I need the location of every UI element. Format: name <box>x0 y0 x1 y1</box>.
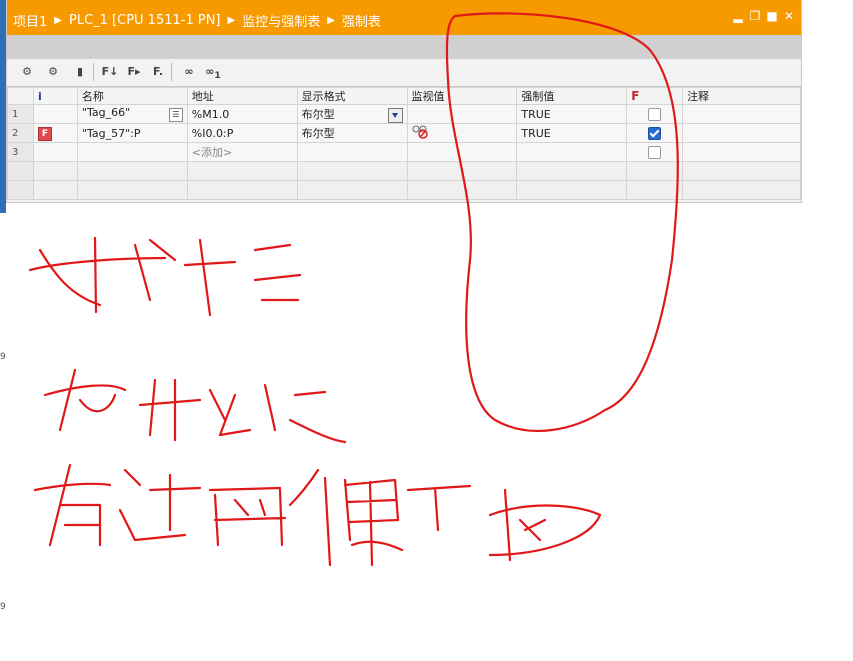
name-cell[interactable]: "Tag_66" ☰ <box>76 104 188 124</box>
monitor-value-column-header[interactable]: 监视值 <box>406 87 518 105</box>
annotation-pen-stroke <box>288 468 602 567</box>
minimize-icon[interactable]: ▂ <box>732 9 744 23</box>
comment-cell[interactable] <box>682 142 801 162</box>
force-all-icon[interactable]: F. <box>149 64 167 80</box>
breadcrumb-project[interactable]: 项目1 <box>13 11 47 30</box>
name-cell[interactable] <box>76 142 188 162</box>
monitor-all-icon[interactable]: ⚙ <box>17 64 37 80</box>
display-format-cell[interactable]: 布尔型 <box>296 104 408 124</box>
show-hide-columns-icon[interactable]: ▮ <box>71 64 89 80</box>
restore-icon[interactable]: ❐ <box>749 9 761 23</box>
monitor-value-cell <box>406 142 518 162</box>
window-controls: ▂ ❐ ■ ✕ <box>732 9 795 23</box>
info-cell <box>32 104 78 124</box>
info-cell <box>32 142 78 162</box>
close-icon[interactable]: ✕ <box>783 9 795 23</box>
stop-force-icon[interactable]: F▸ <box>125 64 143 80</box>
left-edge-glyph: 9 <box>0 602 6 612</box>
forced-status-icon: F <box>37 126 52 141</box>
force-checkbox[interactable] <box>648 145 662 159</box>
breadcrumb: 项目1 ▶ PLC_1 [CPU 1511-1 PN] ▶ 监控与强制表 ▶ 强制表 <box>13 11 381 30</box>
no-monitor-glasses-icon <box>412 125 428 139</box>
breadcrumb-watch-force-tables[interactable]: 监控与强制表 <box>242 11 320 30</box>
table-row <box>7 180 801 200</box>
display-format-cell[interactable]: 布尔型 <box>296 123 408 143</box>
row-number-header <box>7 87 34 105</box>
force-table: i 名称 地址 显示格式 监视值 强制值 F 注释 1 "Tag_66" ☰ %M… <box>7 87 801 200</box>
force-icon[interactable]: F↓ <box>101 64 119 80</box>
table-header-row: i 名称 地址 显示格式 监视值 强制值 F 注释 <box>7 87 801 105</box>
monitor-value-cell <box>406 104 518 124</box>
display-format-cell[interactable] <box>296 142 408 162</box>
breadcrumb-separator-icon: ▶ <box>54 15 62 26</box>
monitor-value-cell <box>406 123 518 143</box>
force-value-column-header[interactable]: 强制值 <box>516 87 628 105</box>
force-checkbox-cell[interactable] <box>626 142 684 162</box>
left-edge-glyph: 9 <box>0 352 6 362</box>
address-cell[interactable]: %M1.0 <box>186 104 298 124</box>
toolbar: ⚙ ⚙ ▮ F↓ F▸ F. ∞ ∞1 <box>7 59 801 87</box>
info-cell: F <box>32 123 78 143</box>
annotation-pen-stroke <box>28 236 302 317</box>
info-column-header[interactable]: i <box>32 87 78 105</box>
table-row[interactable]: 1 "Tag_66" ☰ %M1.0 布尔型 TRUE <box>7 104 801 124</box>
address-column-header[interactable]: 地址 <box>186 87 298 105</box>
monitor-once-icon[interactable]: ⚙ <box>43 64 63 80</box>
breadcrumb-separator-icon: ▶ <box>327 15 335 26</box>
glasses-monitor-once-icon[interactable]: ∞1 <box>203 64 223 81</box>
glasses-monitor-icon[interactable]: ∞ <box>179 64 199 80</box>
address-cell[interactable]: %I0.0:P <box>186 123 298 143</box>
breadcrumb-plc[interactable]: PLC_1 [CPU 1511-1 PN] <box>69 13 221 28</box>
breadcrumb-force-table[interactable]: 强制表 <box>342 11 381 30</box>
force-checkbox[interactable] <box>648 107 662 121</box>
annotation-pen-stroke <box>33 463 287 547</box>
comment-cell[interactable] <box>682 123 801 143</box>
table-row[interactable]: 3 <添加> <box>7 142 801 162</box>
table-row[interactable]: 2 F "Tag_57":P %I0.0:P 布尔型 TRUE <box>7 123 801 143</box>
force-value-cell[interactable] <box>516 142 628 162</box>
name-cell[interactable]: "Tag_57":P <box>76 123 188 143</box>
force-checkbox-cell[interactable] <box>626 123 684 143</box>
annotation-pen-stroke <box>43 368 347 444</box>
force-column-header[interactable]: F <box>626 87 684 105</box>
row-number[interactable]: 3 <box>7 142 34 162</box>
tag-list-icon[interactable]: ☰ <box>168 108 183 122</box>
display-format-column-header[interactable]: 显示格式 <box>296 87 408 105</box>
dropdown-arrow-icon[interactable] <box>387 107 403 123</box>
force-value-cell[interactable]: TRUE <box>516 123 628 143</box>
row-number[interactable]: 1 <box>7 104 34 124</box>
force-checkbox[interactable] <box>648 126 662 140</box>
breadcrumb-separator-icon: ▶ <box>227 15 236 26</box>
secondary-bar <box>7 35 801 59</box>
name-column-header[interactable]: 名称 <box>76 87 188 105</box>
comment-cell[interactable] <box>682 104 801 124</box>
title-bar: 项目1 ▶ PLC_1 [CPU 1511-1 PN] ▶ 监控与强制表 ▶ 强制表 ▂ ❐… <box>7 0 801 35</box>
force-table-window: 项目1 ▶ PLC_1 [CPU 1511-1 PN] ▶ 监控与强制表 ▶ 强制表 ▂ ❐… <box>6 0 802 203</box>
table-row <box>7 161 801 181</box>
comment-column-header[interactable]: 注释 <box>682 87 801 105</box>
maximize-icon[interactable]: ■ <box>766 9 778 23</box>
row-number[interactable]: 2 <box>7 123 34 143</box>
row-number <box>7 180 34 200</box>
toolbar-separator <box>171 63 172 81</box>
toolbar-separator <box>93 63 94 81</box>
row-number <box>7 161 34 181</box>
force-value-cell[interactable]: TRUE <box>516 104 628 124</box>
add-new-cell[interactable]: <添加> <box>186 142 298 162</box>
force-checkbox-cell[interactable] <box>626 104 684 124</box>
